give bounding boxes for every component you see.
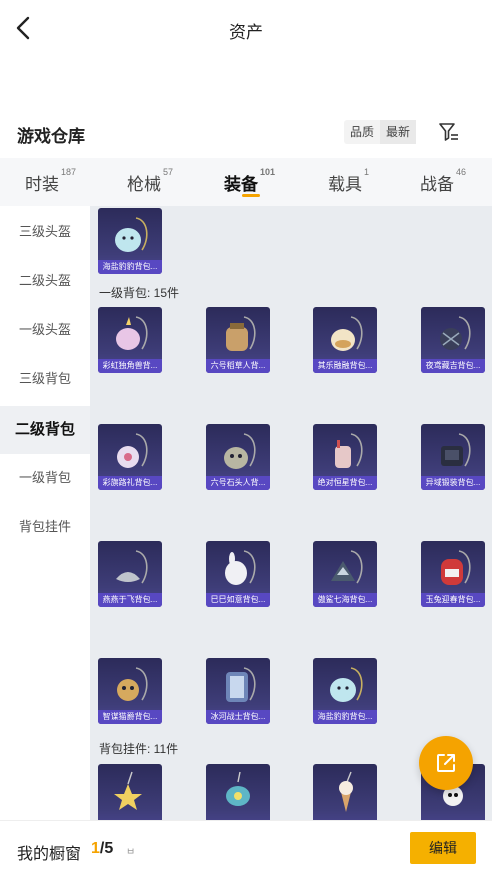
tab-fashion-label: 时装 <box>25 175 59 194</box>
top-bar: 资产 <box>0 0 492 58</box>
backpack-icon <box>224 433 256 469</box>
charm-icon <box>339 771 353 812</box>
tab-equipment-label: 装备 <box>224 175 258 194</box>
item-name: 绝对恒星背包... <box>313 476 377 490</box>
backpack-icon <box>225 550 256 585</box>
tab-guns-count: 57 <box>163 167 174 178</box>
sidebar-item-level1-helmet[interactable]: 一级头盔 <box>0 306 90 354</box>
section-label-charms: 背包挂件: 11件 <box>99 742 179 756</box>
backpack-icon <box>115 217 148 252</box>
active-tab-indicator <box>242 194 260 197</box>
sidebar-item-level3-backpack[interactable]: 三级背包 <box>0 355 90 403</box>
sidebar-item-level3-helmet[interactable]: 三级头盔 <box>0 208 90 256</box>
backpack-icon <box>441 433 471 467</box>
tab-guns[interactable]: 枪械57 <box>127 167 174 195</box>
item-card[interactable]: 巳巳如意背包... <box>206 541 270 607</box>
item-name: 傲鲨七海背包... <box>313 593 377 607</box>
sidebar: 三级头盔 二级头盔 一级头盔 三级背包 二级背包 一级背包 背包挂件 <box>0 206 90 820</box>
tab-vehicles-label: 载具 <box>328 175 362 194</box>
item-name: 巳巳如意背包... <box>206 593 270 607</box>
backpack-icon <box>441 550 471 585</box>
filter-icon[interactable] <box>437 120 461 144</box>
tab-vehicles-count: 1 <box>364 167 370 178</box>
warehouse-title: 游戏仓库 <box>17 127 85 146</box>
item-name: 夜鸢藏吉背包... <box>421 359 485 373</box>
showcase-label: 我的橱窗 <box>17 846 82 863</box>
item-card[interactable]: 海盐豹豹背包... <box>98 208 162 274</box>
lock-icon: ㅂ <box>126 847 136 858</box>
item-name: 玉兔迎春背包... <box>421 593 485 607</box>
tab-battle-gear-count: 46 <box>456 167 467 178</box>
tab-vehicles[interactable]: 载具1 <box>328 167 370 195</box>
sidebar-item-backpack-charms[interactable]: 背包挂件 <box>0 503 90 551</box>
item-name: 海盐豹豹背包... <box>313 710 377 724</box>
item-card[interactable]: 六号石头人背... <box>206 424 270 490</box>
charm-icon <box>226 771 250 806</box>
item-name: 其乐融融背包... <box>313 359 377 373</box>
item-name: 冰河战士背包... <box>206 710 270 724</box>
item-card[interactable]: 彩旗路礼背包... <box>98 424 162 490</box>
item-card[interactable] <box>313 764 377 820</box>
item-name: 彩旗路礼背包... <box>98 476 162 490</box>
backpack-icon <box>331 316 363 351</box>
item-name: 智谋猫爵背包... <box>98 710 162 724</box>
backpack-icon <box>440 316 471 350</box>
item-name: 六号稻草人背... <box>206 359 270 373</box>
sort-quality-option[interactable]: 品质 <box>344 120 380 144</box>
backpack-icon <box>117 667 148 701</box>
tab-guns-label: 枪械 <box>127 175 161 194</box>
item-card[interactable]: 玉兔迎春背包... <box>421 541 485 607</box>
external-link-icon <box>437 754 455 772</box>
section-label-level1: 一级背包: 15件 <box>99 286 180 300</box>
bottom-bar: 我的橱窗 1/5 ㅂ 编辑 <box>0 820 492 876</box>
item-card[interactable] <box>206 764 270 820</box>
backpack-icon <box>335 433 363 468</box>
tab-fashion-count: 187 <box>61 167 77 178</box>
tab-equipment[interactable]: 装备101 <box>224 167 276 195</box>
backpack-icon <box>117 433 148 468</box>
backpack-icon <box>331 550 363 584</box>
item-card[interactable]: 智谋猫爵背包... <box>98 658 162 724</box>
item-card[interactable]: 冰河战士背包... <box>206 658 270 724</box>
item-card[interactable]: 其乐融融背包... <box>313 307 377 373</box>
item-name: 燕燕于飞背包... <box>98 593 162 607</box>
showcase-count: 1/5 <box>91 840 113 858</box>
sidebar-item-level2-backpack[interactable]: 二级背包 <box>0 406 90 454</box>
item-card[interactable]: 海盐豹豹背包... <box>313 658 377 724</box>
tab-fashion[interactable]: 时装187 <box>25 167 77 195</box>
backpack-icon <box>226 667 256 702</box>
sort-newest-option[interactable]: 最新 <box>380 120 417 144</box>
backpack-icon <box>226 316 256 351</box>
item-card[interactable]: 彩虹独角兽背... <box>98 307 162 373</box>
item-name: 异域锻装背包... <box>421 476 485 490</box>
item-name: 海盐豹豹背包... <box>98 260 162 274</box>
tab-equipment-count: 101 <box>260 167 276 178</box>
item-card[interactable]: 六号稻草人背... <box>206 307 270 373</box>
item-card[interactable]: 夜鸢藏吉背包... <box>421 307 485 373</box>
item-name: 彩虹独角兽背... <box>98 359 162 373</box>
item-grid: 海盐豹豹背包... 一级背包: 15件 彩虹独角兽背... 六号稻草人背... … <box>90 206 492 820</box>
tab-battle-gear-label: 战备 <box>420 175 454 194</box>
item-card[interactable]: 绝对恒星背包... <box>313 424 377 490</box>
showcase-count-current: 1 <box>91 840 100 857</box>
page-title: 资产 <box>229 23 263 42</box>
showcase-count-total: /5 <box>99 840 114 857</box>
item-card[interactable] <box>98 764 162 820</box>
sort-toggle: 品质 最新 <box>344 120 417 144</box>
edit-button[interactable]: 编辑 <box>410 832 476 864</box>
item-card[interactable]: 异域锻装背包... <box>421 424 485 490</box>
sidebar-item-level2-helmet[interactable]: 二级头盔 <box>0 257 90 305</box>
item-name: 六号石头人背... <box>206 476 270 490</box>
tab-battle-gear[interactable]: 战备46 <box>420 167 467 195</box>
backpack-icon <box>330 667 363 702</box>
share-fab[interactable] <box>419 736 473 790</box>
sidebar-item-level1-backpack[interactable]: 一级背包 <box>0 454 90 502</box>
backpack-icon <box>116 550 148 584</box>
backpack-icon <box>116 316 148 350</box>
charm-icon <box>114 771 142 810</box>
item-card[interactable]: 傲鲨七海背包... <box>313 541 377 607</box>
item-card[interactable]: 燕燕于飞背包... <box>98 541 162 607</box>
category-tabs: 时装187 枪械57 装备101 载具1 战备46 <box>0 158 492 206</box>
